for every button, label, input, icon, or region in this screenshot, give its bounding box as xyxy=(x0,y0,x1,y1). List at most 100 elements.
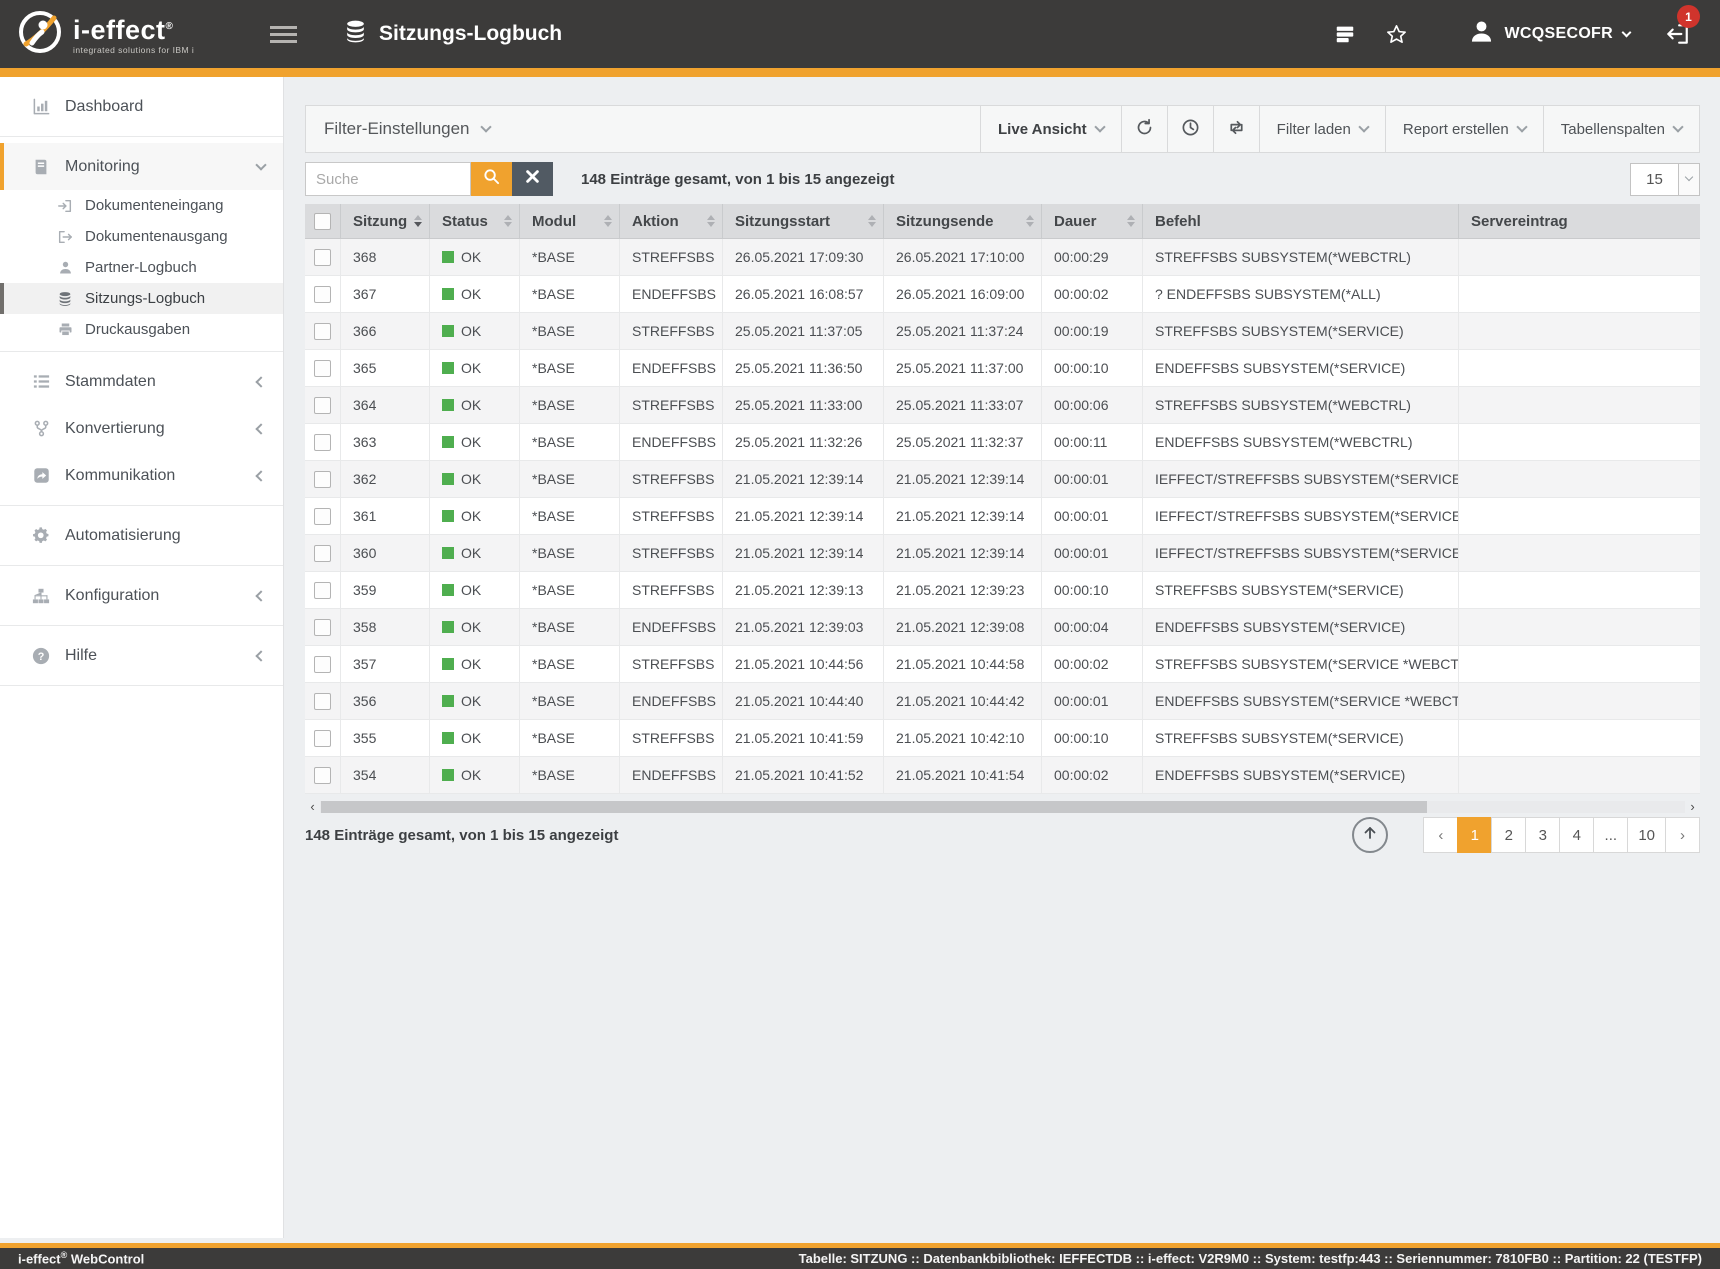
sidebar-item-monitoring[interactable]: Monitoring xyxy=(0,143,283,190)
notification-badge[interactable]: 1 xyxy=(1677,5,1700,28)
scroll-to-top-button[interactable] xyxy=(1352,817,1388,853)
table-row[interactable]: 357 OK *BASE STREFFSBS 21.05.2021 10:44:… xyxy=(305,646,1700,683)
sidebar-item-kommunikation[interactable]: Kommunikation xyxy=(0,452,283,499)
row-checkbox[interactable] xyxy=(314,286,331,303)
cell-modul: *BASE xyxy=(520,498,620,534)
table-row[interactable]: 354 OK *BASE ENDEFFSBS 21.05.2021 10:41:… xyxy=(305,757,1700,794)
row-checkbox[interactable] xyxy=(314,249,331,266)
search-input[interactable] xyxy=(305,162,471,196)
row-checkbox[interactable] xyxy=(314,656,331,673)
column-header-dauer[interactable]: Dauer xyxy=(1042,204,1143,238)
column-header-modul[interactable]: Modul xyxy=(520,204,620,238)
favorites-star-icon[interactable] xyxy=(1385,23,1408,46)
cell-aktion: ENDEFFSBS xyxy=(620,683,723,719)
report-create-button[interactable]: Report erstellen xyxy=(1385,106,1543,152)
close-icon xyxy=(526,170,539,188)
filter-load-button[interactable]: Filter laden xyxy=(1259,106,1385,152)
row-checkbox[interactable] xyxy=(314,397,331,414)
sidebar-item-dokumentenausgang[interactable]: Dokumentenausgang xyxy=(0,221,283,252)
status-ok-indicator xyxy=(442,695,454,707)
cell-sitzung: 356 xyxy=(341,683,430,719)
search-button[interactable] xyxy=(471,162,512,196)
row-checkbox[interactable] xyxy=(314,360,331,377)
sidebar-item-sitzungs-logbuch[interactable]: Sitzungs-Logbuch xyxy=(0,283,283,314)
clear-search-button[interactable] xyxy=(512,162,553,196)
table-row[interactable]: 360 OK *BASE STREFFSBS 21.05.2021 12:39:… xyxy=(305,535,1700,572)
scroll-right-arrow[interactable]: › xyxy=(1685,799,1700,814)
filter-settings-toggle[interactable]: Filter-Einstellungen xyxy=(306,106,508,152)
table-row[interactable]: 368 OK *BASE STREFFSBS 26.05.2021 17:09:… xyxy=(305,239,1700,276)
sidebar-item-hilfe[interactable]: ? Hilfe xyxy=(0,632,283,679)
row-checkbox[interactable] xyxy=(314,582,331,599)
table-columns-button[interactable]: Tabellenspalten xyxy=(1543,106,1699,152)
sidebar-item-partner-logbuch[interactable]: Partner-Logbuch xyxy=(0,252,283,283)
cell-sitzungsstart: 26.05.2021 16:08:57 xyxy=(723,276,884,312)
column-header-sitzungsstart[interactable]: Sitzungsstart xyxy=(723,204,884,238)
user-menu[interactable]: WCQSECOFR xyxy=(1468,18,1630,50)
cell-aktion: STREFFSBS xyxy=(620,572,723,608)
column-header-aktion[interactable]: Aktion xyxy=(620,204,723,238)
row-checkbox[interactable] xyxy=(314,508,331,525)
select-all-checkbox[interactable] xyxy=(314,213,331,230)
row-checkbox[interactable] xyxy=(314,693,331,710)
row-checkbox[interactable] xyxy=(314,767,331,784)
table-row[interactable]: 359 OK *BASE STREFFSBS 21.05.2021 12:39:… xyxy=(305,572,1700,609)
column-header-status[interactable]: Status xyxy=(430,204,520,238)
page-button[interactable]: 3 xyxy=(1525,817,1560,853)
cell-dauer: 00:00:02 xyxy=(1042,757,1143,793)
page-button[interactable]: 1 xyxy=(1457,817,1492,853)
column-header-sitzung[interactable]: Sitzung xyxy=(341,204,430,238)
row-checkbox[interactable] xyxy=(314,730,331,747)
page-size-select[interactable]: 15 xyxy=(1630,163,1700,196)
sitemap-icon xyxy=(30,587,52,605)
cell-befehl: STREFFSBS SUBSYSTEM(*WEBCTRL) xyxy=(1143,387,1459,423)
page-button[interactable]: 10 xyxy=(1627,817,1666,853)
table-row[interactable]: 365 OK *BASE ENDEFFSBS 25.05.2021 11:36:… xyxy=(305,350,1700,387)
status-ok-indicator xyxy=(442,325,454,337)
chevron-down-icon xyxy=(1672,121,1683,132)
row-checkbox[interactable] xyxy=(314,471,331,488)
hamburger-menu-icon[interactable] xyxy=(270,26,297,43)
table-row[interactable]: 364 OK *BASE STREFFSBS 25.05.2021 11:33:… xyxy=(305,387,1700,424)
page-button[interactable]: ... xyxy=(1593,817,1628,853)
cell-modul: *BASE xyxy=(520,350,620,386)
row-checkbox[interactable] xyxy=(314,619,331,636)
row-checkbox[interactable] xyxy=(314,545,331,562)
server-list-icon[interactable] xyxy=(1333,23,1357,45)
sidebar-item-konvertierung[interactable]: Konvertierung xyxy=(0,405,283,452)
next-page-button[interactable]: › xyxy=(1665,817,1700,853)
repeat-button[interactable] xyxy=(1213,106,1259,152)
table-row[interactable]: 358 OK *BASE ENDEFFSBS 21.05.2021 12:39:… xyxy=(305,609,1700,646)
table-row[interactable]: 366 OK *BASE STREFFSBS 25.05.2021 11:37:… xyxy=(305,313,1700,350)
cell-sitzungsstart: 21.05.2021 12:39:13 xyxy=(723,572,884,608)
row-checkbox[interactable] xyxy=(314,323,331,340)
cell-sitzungsstart: 21.05.2021 10:44:40 xyxy=(723,683,884,719)
cell-sitzungsende: 21.05.2021 12:39:14 xyxy=(884,535,1042,571)
previous-page-button[interactable]: ‹ xyxy=(1423,817,1458,853)
row-checkbox[interactable] xyxy=(314,434,331,451)
sidebar-item-dokumenteneingang[interactable]: Dokumenteneingang xyxy=(0,190,283,221)
live-view-button[interactable]: Live Ansicht xyxy=(980,106,1121,152)
sidebar-item-dashboard[interactable]: Dashboard xyxy=(0,83,283,130)
cell-sitzungsstart: 26.05.2021 17:09:30 xyxy=(723,239,884,275)
table-row[interactable]: 363 OK *BASE ENDEFFSBS 25.05.2021 11:32:… xyxy=(305,424,1700,461)
sidebar-item-konfiguration[interactable]: Konfiguration xyxy=(0,572,283,619)
table-row[interactable]: 362 OK *BASE STREFFSBS 21.05.2021 12:39:… xyxy=(305,461,1700,498)
sidebar-item-automatisierung[interactable]: Automatisierung xyxy=(0,512,283,559)
table-row[interactable]: 361 OK *BASE STREFFSBS 21.05.2021 12:39:… xyxy=(305,498,1700,535)
page-button[interactable]: 4 xyxy=(1559,817,1594,853)
refresh-button[interactable] xyxy=(1121,106,1167,152)
scrollbar-track[interactable] xyxy=(320,801,1685,813)
table-row[interactable]: 367 OK *BASE ENDEFFSBS 26.05.2021 16:08:… xyxy=(305,276,1700,313)
sidebar-item-stammdaten[interactable]: Stammdaten xyxy=(0,358,283,405)
clock-button[interactable] xyxy=(1167,106,1213,152)
scrollbar-thumb[interactable] xyxy=(321,801,1427,813)
column-header-sitzungsende[interactable]: Sitzungsende xyxy=(884,204,1042,238)
cell-status: OK xyxy=(430,535,520,571)
scroll-left-arrow[interactable]: ‹ xyxy=(305,799,320,814)
table-row[interactable]: 355 OK *BASE STREFFSBS 21.05.2021 10:41:… xyxy=(305,720,1700,757)
i-effect-logo[interactable]: i-effect® integrated solutions for IBM i xyxy=(16,8,232,61)
page-button[interactable]: 2 xyxy=(1491,817,1526,853)
table-row[interactable]: 356 OK *BASE ENDEFFSBS 21.05.2021 10:44:… xyxy=(305,683,1700,720)
sidebar-item-druckausgaben[interactable]: Druckausgaben xyxy=(0,314,283,345)
